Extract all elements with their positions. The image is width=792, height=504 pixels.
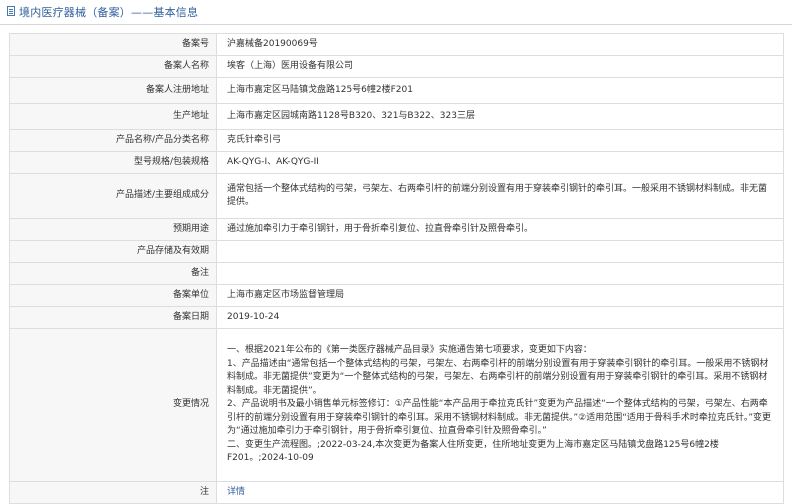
row-value: 2019-10-24 — [216, 306, 784, 329]
change-paragraph: 一、根据2021年公布的《第一类医疗器械产品目录》实施通告第七项要求，变更如下内… — [227, 345, 592, 356]
row-value: 上海市嘉定区市场监督管理局 — [216, 284, 784, 307]
table-row: 备注 — [9, 262, 784, 285]
row-value — [216, 262, 784, 285]
row-label: 备案号 — [9, 33, 217, 56]
note-label: 注 — [9, 481, 217, 504]
note-value: 详情 — [216, 481, 784, 504]
table-row: 备案人名称 埃客（上海）医用设备有限公司 — [9, 55, 784, 78]
table-row: 型号规格/包装规格 AK-QYG-I、AK-QYG-II — [9, 151, 784, 174]
row-value: 上海市嘉定区马陆镇戈盘路125号6幢2楼F201 — [216, 77, 784, 104]
row-label: 产品名称/产品分类名称 — [9, 129, 217, 152]
row-label: 备案人注册地址 — [9, 77, 217, 104]
change-paragraph: 2、产品说明书及最小销售单元标签修订：①产品性能“本产品用于牵拉克氏针”变更为产… — [227, 399, 772, 437]
row-label: 备案人名称 — [9, 55, 217, 78]
row-label: 产品描述/主要组成成分 — [9, 173, 217, 219]
row-label: 备案单位 — [9, 284, 217, 307]
detail-link[interactable]: 详情 — [227, 487, 245, 497]
document-icon — [7, 6, 15, 16]
table-row: 产品存储及有效期 — [9, 240, 784, 263]
row-label: 生产地址 — [9, 103, 217, 130]
page-title: 境内医疗器械（备案）——基本信息 — [19, 6, 199, 19]
row-value: 克氏针牵引弓 — [216, 129, 784, 152]
row-label: 预期用途 — [9, 218, 217, 241]
page-header: 境内医疗器械（备案）——基本信息 — [0, 0, 792, 25]
table-row: 备案人注册地址 上海市嘉定区马陆镇戈盘路125号6幢2楼F201 — [9, 77, 784, 104]
table-row: 生产地址 上海市嘉定区园城南路1128号B320、321与B322、323三层 — [9, 103, 784, 130]
change-paragraph: 二、变更生产流程图。;2022-03-24,本次变更为备案人住所变更，住所地址变… — [227, 439, 719, 464]
table-row: 产品名称/产品分类名称 克氏针牵引弓 — [9, 129, 784, 152]
table-row: 注 详情 — [9, 481, 784, 504]
row-value: 通过施加牵引力于牵引钢针，用于骨折牵引复位、拉直骨牵引针及照骨牵引。 — [216, 218, 784, 241]
table-row: 产品描述/主要组成成分 通常包括一个整体式结构的弓架，弓架左、右两牵引杆的前端分… — [9, 173, 784, 219]
row-value: 埃客（上海）医用设备有限公司 — [216, 55, 784, 78]
row-label: 备案日期 — [9, 306, 217, 329]
row-value: AK-QYG-I、AK-QYG-II — [216, 151, 784, 174]
row-value: 上海市嘉定区园城南路1128号B320、321与B322、323三层 — [216, 103, 784, 130]
change-row: 变更情况 一、根据2021年公布的《第一类医疗器械产品目录》实施通告第七项要求，… — [9, 328, 784, 482]
row-label: 备注 — [9, 262, 217, 285]
change-content: 一、根据2021年公布的《第一类医疗器械产品目录》实施通告第七项要求，变更如下内… — [216, 328, 784, 482]
table-row: 预期用途 通过施加牵引力于牵引钢针，用于骨折牵引复位、拉直骨牵引针及照骨牵引。 — [9, 218, 784, 241]
change-paragraph: 1、产品描述由“通常包括一个整体式结构的弓架，弓架左、右两牵引杆的前端分别设置有… — [227, 358, 769, 396]
table-row: 备案日期 2019-10-24 — [9, 306, 784, 329]
info-table: 备案号 沪嘉械备20190069号 备案人名称 埃客（上海）医用设备有限公司 备… — [9, 33, 784, 504]
table-row: 备案号 沪嘉械备20190069号 — [9, 33, 784, 56]
change-label: 变更情况 — [9, 328, 217, 482]
row-value — [216, 240, 784, 263]
row-label: 型号规格/包装规格 — [9, 151, 217, 174]
table-row: 备案单位 上海市嘉定区市场监督管理局 — [9, 284, 784, 307]
row-value: 沪嘉械备20190069号 — [216, 33, 784, 56]
row-label: 产品存储及有效期 — [9, 240, 217, 263]
row-value: 通常包括一个整体式结构的弓架，弓架左、右两牵引杆的前端分别设置有用于穿装牵引钢针… — [216, 173, 784, 219]
